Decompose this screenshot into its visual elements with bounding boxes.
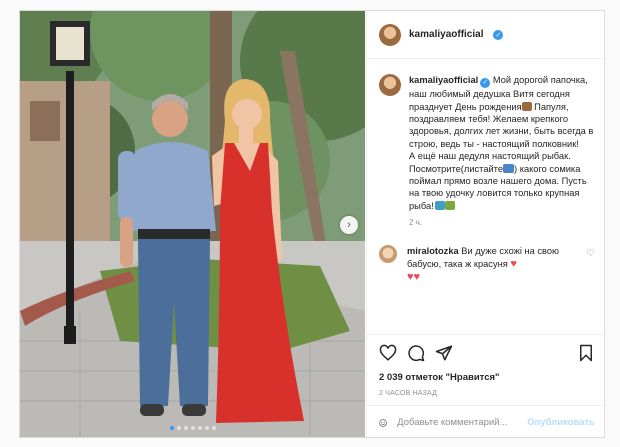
right-arrow-emoji-icon xyxy=(503,163,515,173)
caption-text: kamaliyaofficial ✓ Мой дорогой папочка, н… xyxy=(409,74,595,212)
comment-like-heart-icon[interactable]: ♡ xyxy=(586,248,595,259)
avatar[interactable] xyxy=(379,245,397,264)
comment-item: miralotozka Ви дуже схожі на свою бабусю… xyxy=(379,245,595,284)
avatar[interactable] xyxy=(379,74,401,96)
post-actions: 2 039 отметок "Нравится" 2 ЧАСОВ НАЗАД xyxy=(367,334,604,397)
share-paper-plane-icon[interactable] xyxy=(435,344,453,362)
carousel-dot xyxy=(190,426,195,430)
post-author-username[interactable]: kamaliyaofficial xyxy=(409,29,483,40)
comment-bubble-icon[interactable] xyxy=(407,344,425,362)
emoji-smile-icon[interactable] xyxy=(379,414,387,432)
carousel-dot xyxy=(183,426,188,430)
publish-button[interactable]: Опубликовать xyxy=(527,417,595,428)
red-heart-emoji-icon: ♥ xyxy=(510,258,517,271)
book-emoji-icon xyxy=(521,101,532,111)
likes-label: отметок "Нравится" xyxy=(405,372,500,383)
caption-username[interactable]: kamaliyaofficial xyxy=(409,75,478,85)
chevron-right-icon: › xyxy=(347,219,351,231)
carousel-dot xyxy=(176,426,181,430)
carousel-dot xyxy=(169,426,174,430)
likes-count[interactable]: 2 039 отметок "Нравится" xyxy=(379,372,595,383)
verified-badge-icon: ✓ xyxy=(493,29,504,40)
post-details-panel: kamaliyaofficial ✓ kamaliyaofficial ✓ Мой… xyxy=(366,11,604,437)
likes-number: 2 039 xyxy=(379,372,403,383)
post-photo[interactable]: › xyxy=(20,11,365,437)
carousel-dot xyxy=(211,426,216,430)
instagram-post: › kamaliyaofficial ✓ kamaliyaofficial ✓ М… xyxy=(19,10,605,438)
carousel-next-button[interactable]: › xyxy=(340,216,358,234)
like-heart-icon[interactable] xyxy=(379,344,397,362)
comment-input[interactable] xyxy=(397,417,518,428)
fish-emoji-icon xyxy=(434,200,445,210)
verified-badge-icon: ✓ xyxy=(480,78,491,89)
caption-time-ago[interactable]: 2 ч. xyxy=(409,218,595,227)
bookmark-icon[interactable] xyxy=(577,344,595,362)
post-timestamp[interactable]: 2 ЧАСОВ НАЗАД xyxy=(379,390,595,397)
comment-username[interactable]: miralotozka xyxy=(407,246,459,256)
post-header: kamaliyaofficial ✓ xyxy=(367,11,604,59)
comment-text: miralotozka Ви дуже схожі на свою бабусю… xyxy=(407,245,576,284)
carousel-dot xyxy=(197,426,202,430)
corn-emoji-icon xyxy=(444,200,455,210)
comments-section: kamaliyaofficial ✓ Мой дорогой папочка, н… xyxy=(367,60,604,334)
red-heart-emoji-icon: ♥ xyxy=(413,271,421,284)
caption: kamaliyaofficial ✓ Мой дорогой папочка, н… xyxy=(379,74,595,212)
photo-scene xyxy=(20,11,365,437)
action-icons xyxy=(379,341,595,365)
carousel-indicator xyxy=(20,426,365,430)
avatar[interactable] xyxy=(379,23,401,46)
carousel-dot xyxy=(204,426,209,430)
add-comment-bar: Опубликовать xyxy=(367,405,604,437)
